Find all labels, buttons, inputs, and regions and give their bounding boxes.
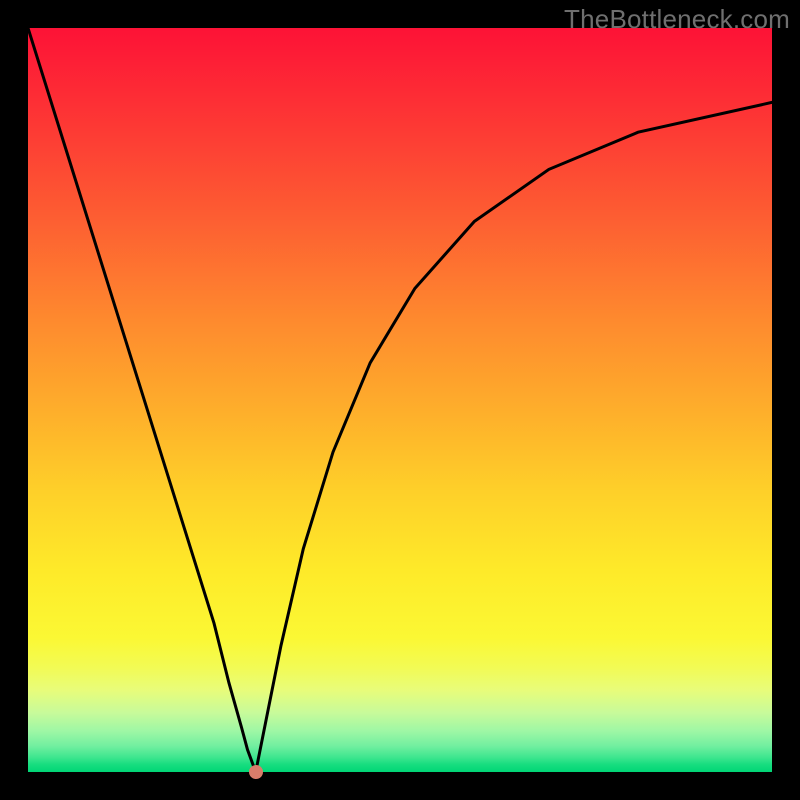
minimum-marker [249,765,263,779]
bottleneck-curve [28,28,772,772]
curve-path [28,28,772,772]
watermark-text: TheBottleneck.com [564,4,790,35]
chart-frame: TheBottleneck.com [0,0,800,800]
